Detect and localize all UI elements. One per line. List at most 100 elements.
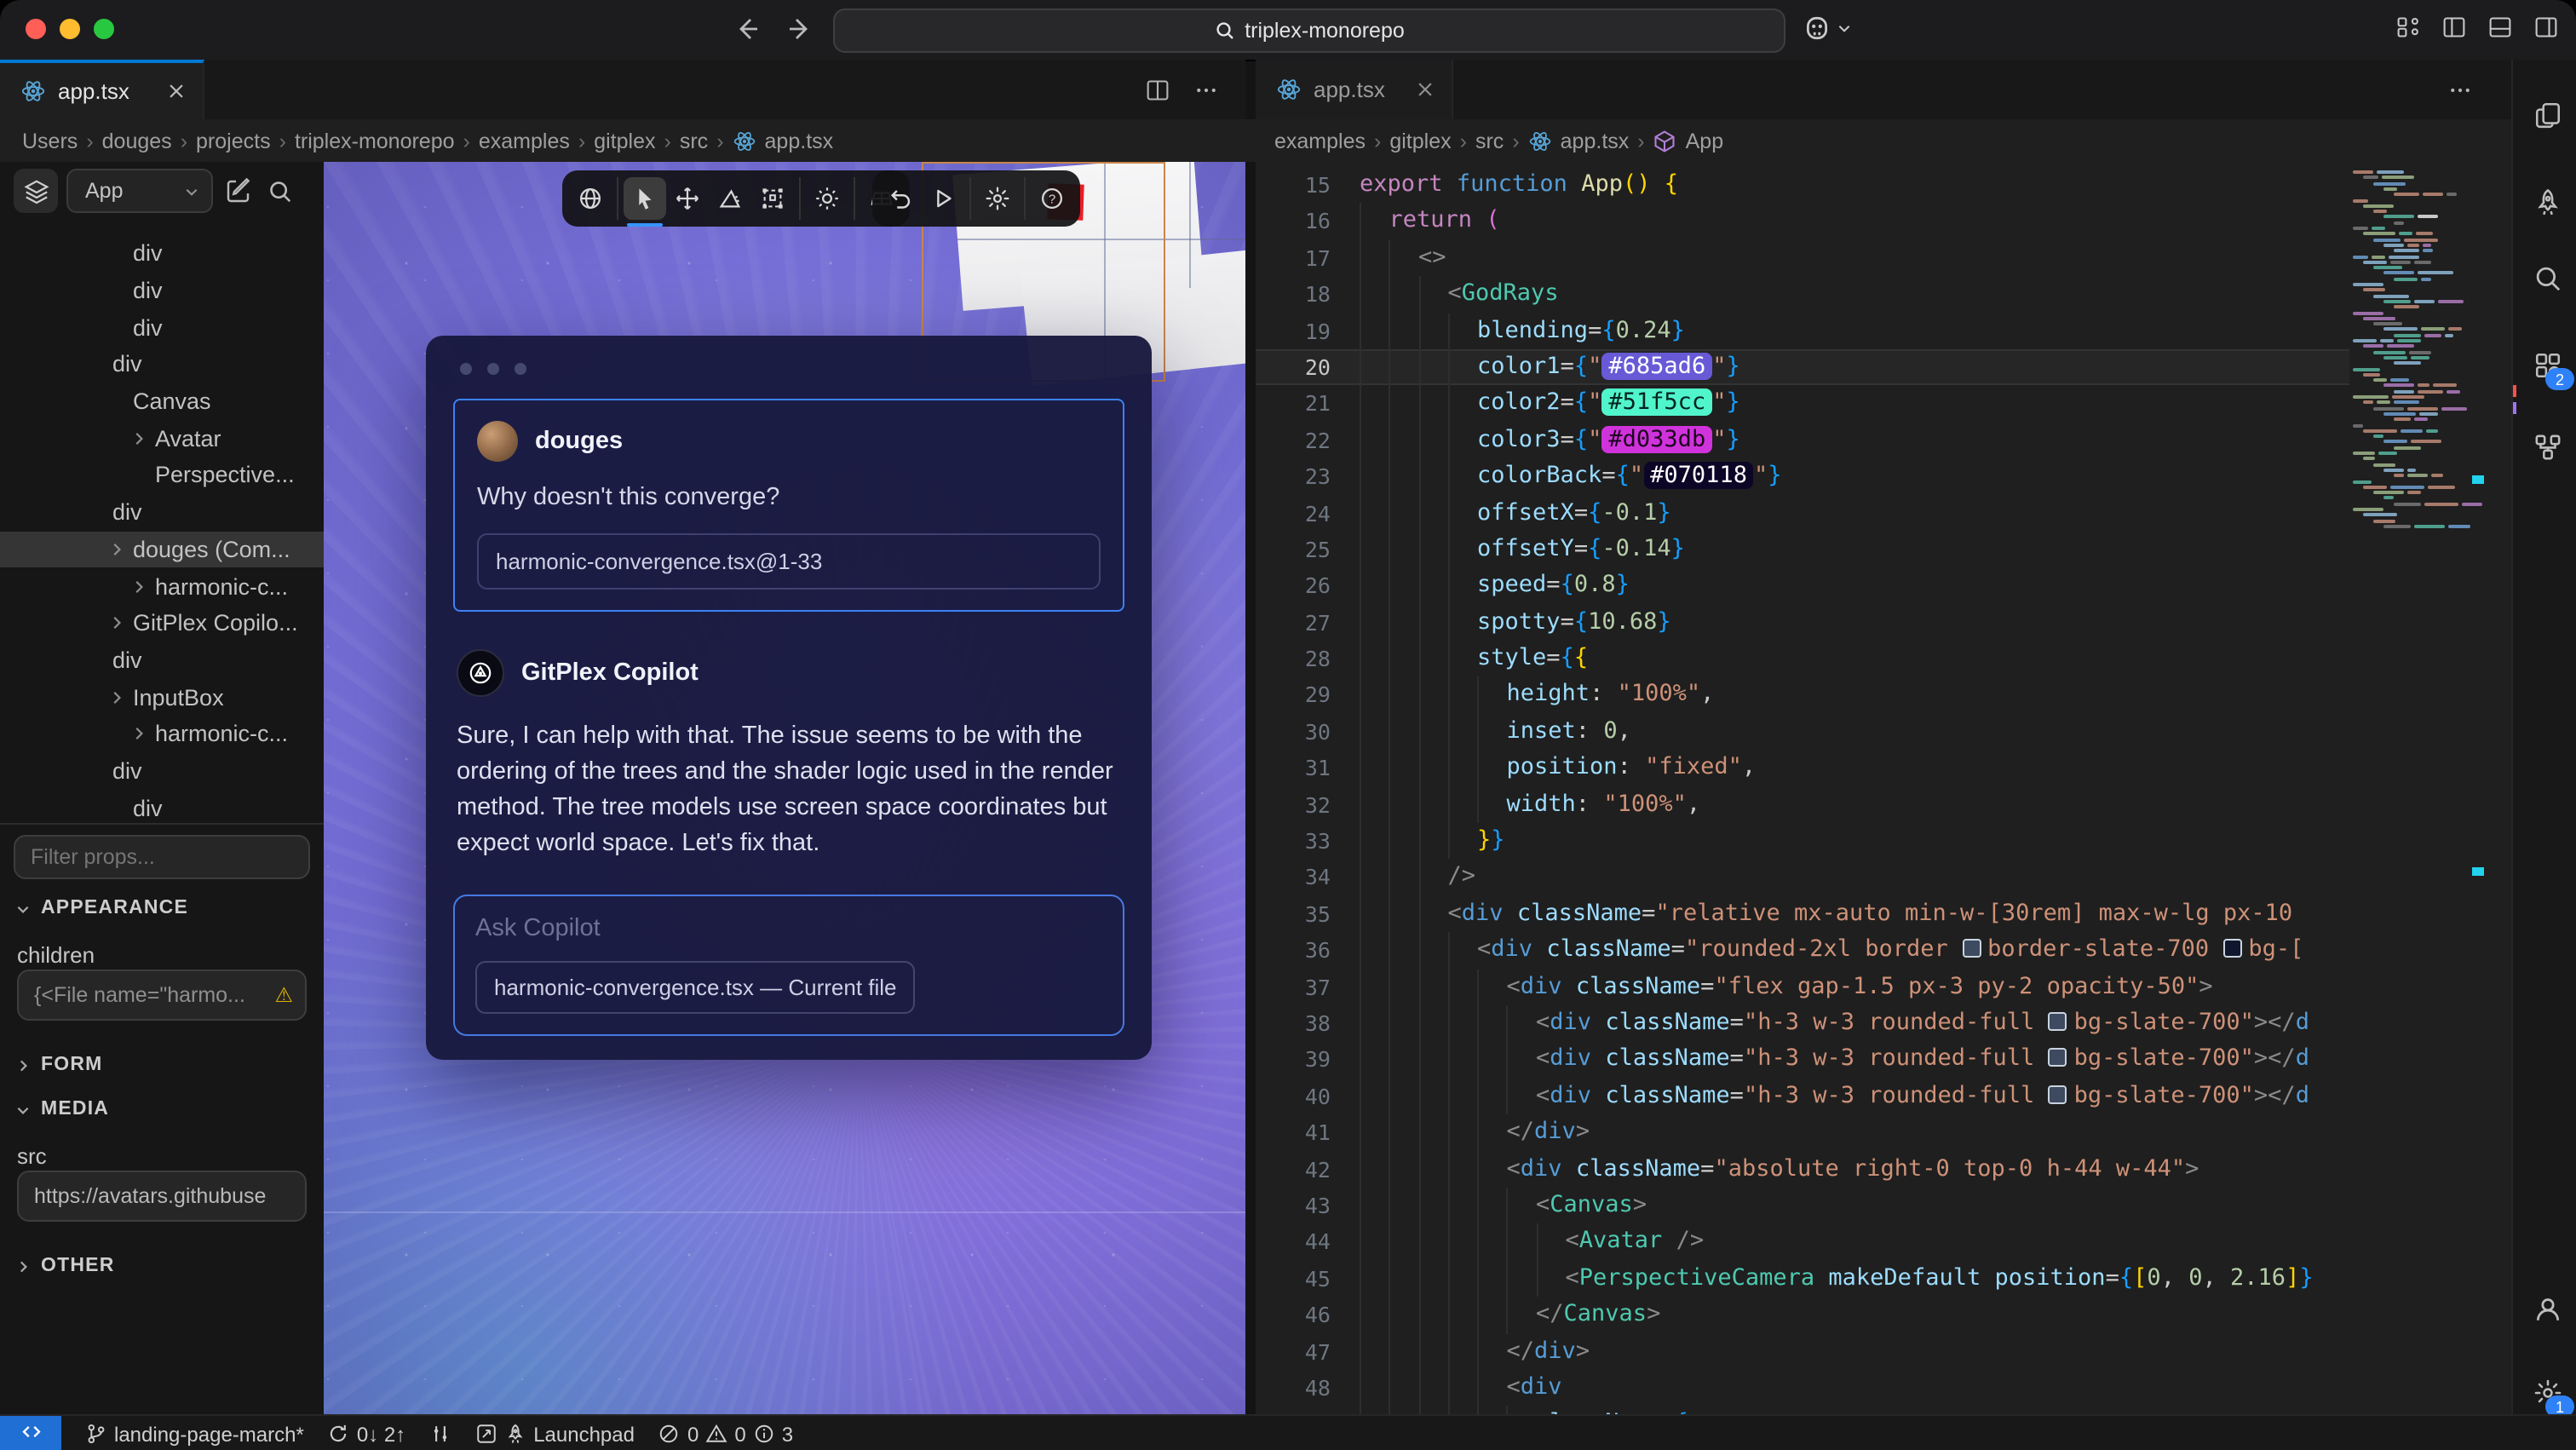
component-select[interactable]: App <box>66 169 213 213</box>
selected-user-message[interactable]: douges Why doesn't this converge? harmon… <box>453 399 1124 612</box>
code-line[interactable]: 43<Canvas> <box>1256 1188 2349 1224</box>
code-line[interactable]: 45<PerspectiveCamera makeDefault positio… <box>1256 1260 2349 1297</box>
tool-play-button[interactable] <box>922 177 964 220</box>
code-line[interactable]: 44<Avatar /> <box>1256 1224 2349 1261</box>
code-line[interactable]: 42<div className="absolute right-0 top-0… <box>1256 1151 2349 1188</box>
breadcrumb-item[interactable]: gitplex <box>1389 129 1451 152</box>
tree-item[interactable]: div <box>0 235 324 272</box>
sync-item[interactable]: 0↓ 2↑ <box>328 1422 405 1446</box>
tool-settings-button[interactable] <box>976 177 1019 220</box>
code-line[interactable]: 40<div className="h-3 w-3 rounded-full b… <box>1256 1079 2349 1115</box>
code-line[interactable]: 29height: "100%", <box>1256 677 2349 714</box>
tab-app-tsx-editor[interactable]: app.tsx <box>1256 60 1453 119</box>
tool-undo-button[interactable] <box>879 177 922 220</box>
tree-item[interactable]: harmonic-c... <box>0 567 324 604</box>
tree-item[interactable]: div <box>0 790 324 826</box>
code-line[interactable]: 41</div> <box>1256 1114 2349 1151</box>
tree-item[interactable]: div <box>0 346 324 383</box>
close-window-button[interactable] <box>26 19 46 39</box>
activity-rocket-button[interactable] <box>2530 184 2564 218</box>
code-line[interactable]: 37<div className="flex gap-1.5 px-3 py-2… <box>1256 969 2349 1005</box>
code-line[interactable]: 26speed={0.8} <box>1256 568 2349 605</box>
code-line[interactable]: 24offsetX={-0.1} <box>1256 495 2349 532</box>
branch-item[interactable]: landing-page-march* <box>85 1422 304 1446</box>
breadcrumb-item[interactable]: App <box>1653 129 1724 152</box>
tool-help-button[interactable]: ? <box>1031 177 1073 220</box>
code-line[interactable]: 47</div> <box>1256 1333 2349 1370</box>
tool-select-button[interactable] <box>624 177 666 220</box>
tree-item[interactable]: Perspective... <box>0 457 324 493</box>
breadcrumb-item[interactable]: projects <box>196 129 271 152</box>
activity-pages-button[interactable] <box>2530 97 2564 131</box>
activity-panels-button[interactable]: 2 <box>2530 348 2564 382</box>
breadcrumb-item[interactable]: app.tsx <box>733 129 834 152</box>
code-line[interactable]: 31position: "fixed", <box>1256 751 2349 787</box>
breadcrumb-item[interactable]: examples <box>1274 129 1366 152</box>
customize-layout-icon[interactable] <box>2395 15 2421 39</box>
back-icon[interactable] <box>733 15 760 43</box>
code-line[interactable]: 16return ( <box>1256 204 2349 240</box>
tool-light-button[interactable] <box>806 177 848 220</box>
composer-context-pill[interactable]: harmonic-convergence.tsx — Current file <box>475 961 916 1014</box>
search-scene-icon[interactable] <box>264 175 296 207</box>
breadcrumb-item[interactable]: src <box>680 129 708 152</box>
code-line[interactable]: 18<GodRays <box>1256 276 2349 313</box>
code-line[interactable]: 17<> <box>1256 240 2349 277</box>
more-actions-icon[interactable] <box>2448 78 2472 101</box>
code-line[interactable]: 25offsetY={-0.14} <box>1256 532 2349 568</box>
tree-item[interactable]: div <box>0 642 324 678</box>
launchpad-item[interactable]: Launchpad <box>475 1422 635 1446</box>
scene-viewport[interactable]: ? douges Why doesn't this converge? harm… <box>324 162 1245 1414</box>
tool-marquee-button[interactable] <box>751 177 794 220</box>
activity-components-button[interactable] <box>2530 429 2564 463</box>
code-line[interactable]: 36<div className="rounded-2xl border bor… <box>1256 932 2349 969</box>
code-line[interactable]: 20color1={"#685ad6"} <box>1256 349 2349 386</box>
code-line[interactable]: 19blending={0.24} <box>1256 313 2349 349</box>
split-editor-left-icon[interactable] <box>2441 15 2467 39</box>
code-line[interactable]: 38<div className="h-3 w-3 rounded-full b… <box>1256 1005 2349 1042</box>
tree-item[interactable]: div <box>0 752 324 789</box>
tree-item[interactable]: div <box>0 272 324 308</box>
code-line[interactable]: 30inset: 0, <box>1256 714 2349 751</box>
breadcrumb-item[interactable]: douges <box>102 129 172 152</box>
code-line[interactable]: 15export function App() { <box>1256 167 2349 204</box>
tree-item[interactable]: div <box>0 309 324 346</box>
code-line[interactable]: 49className={ <box>1256 1407 2349 1414</box>
secondary-sidebar-icon[interactable] <box>2533 15 2559 39</box>
breadcrumb-item[interactable]: examples <box>479 129 570 152</box>
filter-props-input[interactable] <box>14 835 310 879</box>
code-editor[interactable]: 15export function App() {16return (17<>1… <box>1256 162 2511 1414</box>
code-line[interactable]: 22color3={"#d033db"} <box>1256 422 2349 458</box>
breadcrumb-item[interactable]: src <box>1475 129 1504 152</box>
code-line[interactable]: 28style={{ <box>1256 641 2349 677</box>
panel-icon[interactable] <box>2487 15 2513 39</box>
tool-move-button[interactable] <box>666 177 709 220</box>
layers-button[interactable] <box>14 169 58 213</box>
tree-item[interactable]: Avatar <box>0 420 324 457</box>
breadcrumb-item[interactable]: app.tsx <box>1528 129 1630 152</box>
attachment-pill[interactable]: harmonic-convergence.tsx@1-33 <box>477 533 1101 590</box>
minimap[interactable] <box>2349 170 2448 532</box>
code-line[interactable]: 27spotty={10.68} <box>1256 604 2349 641</box>
tree-item[interactable]: GitPlex Copilo... <box>0 605 324 642</box>
prop-children-input[interactable] <box>17 970 307 1021</box>
minimize-window-button[interactable] <box>60 19 80 39</box>
breadcrumb-item[interactable]: triplex-monorepo <box>295 129 455 152</box>
copilot-composer[interactable]: Ask Copilot harmonic-convergence.tsx — C… <box>453 895 1124 1036</box>
tab-app-tsx[interactable]: app.tsx <box>0 60 204 119</box>
prop-src-input[interactable] <box>17 1171 307 1222</box>
command-search-bar[interactable]: triplex-monorepo <box>833 9 1785 53</box>
project-switcher[interactable] <box>1803 14 1852 43</box>
section-other[interactable]: OTHER <box>15 1256 115 1276</box>
close-tab-icon[interactable] <box>1416 80 1435 99</box>
tree-item[interactable]: Canvas <box>0 383 324 420</box>
activity-gear-button[interactable]: 1 <box>2530 1375 2564 1409</box>
tree-item[interactable]: div <box>0 494 324 531</box>
split-editor-icon[interactable] <box>1145 78 1170 101</box>
breadcrumb-item[interactable]: gitplex <box>594 129 655 152</box>
code-line[interactable]: 48<div <box>1256 1370 2349 1407</box>
section-appearance[interactable]: APPEARANCE <box>15 898 188 918</box>
code-line[interactable]: 34/> <box>1256 860 2349 896</box>
tree-item[interactable]: harmonic-c... <box>0 716 324 752</box>
code-line[interactable]: 21color2={"#51f5cc"} <box>1256 386 2349 423</box>
